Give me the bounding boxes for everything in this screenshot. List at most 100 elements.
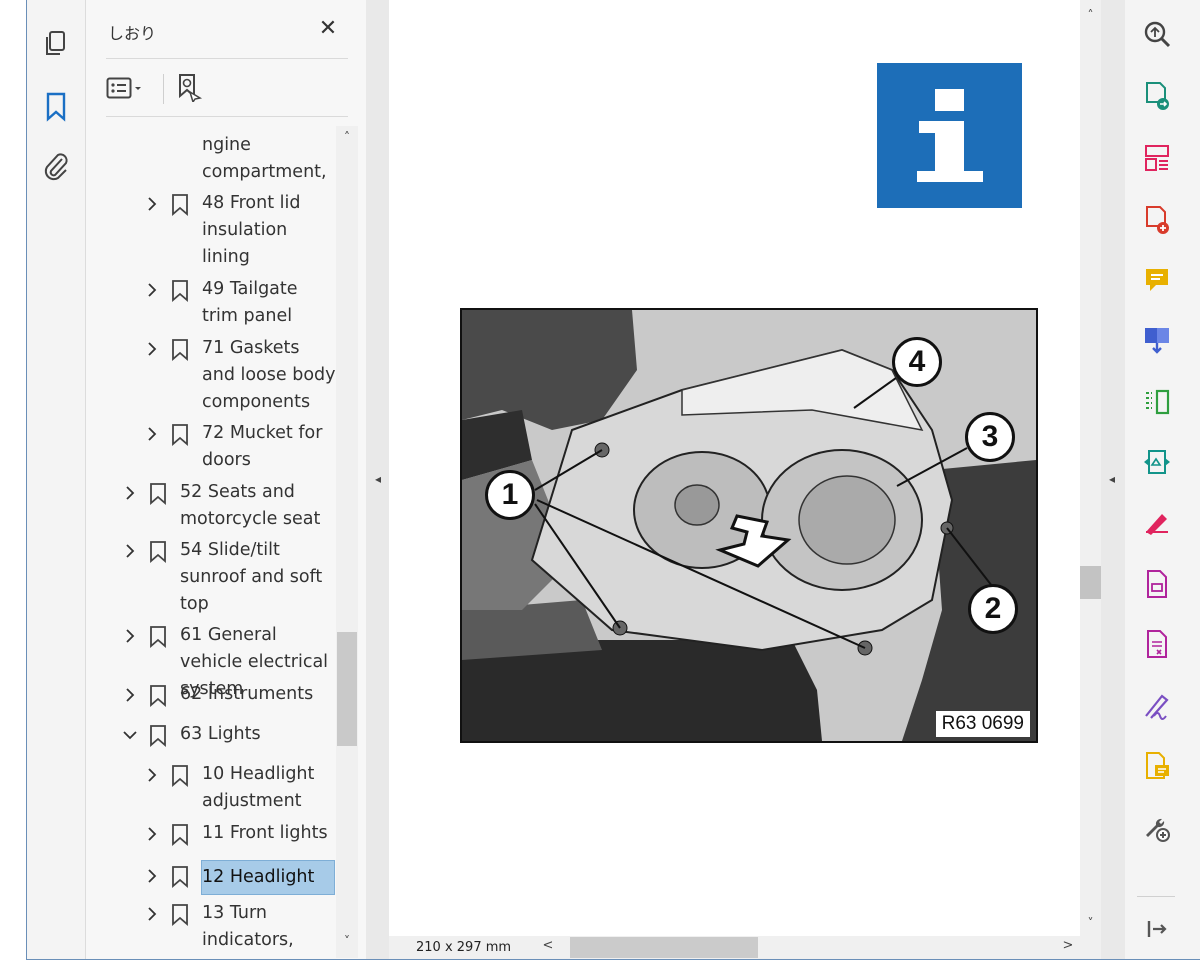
bookmark-item[interactable]: 52 Seats and motorcycle seat <box>86 479 336 533</box>
document-vertical-scrollbar[interactable] <box>1080 0 1101 936</box>
bookmark-tree: ngine compartment, 48 Front lid insulati… <box>86 118 336 959</box>
bookmark-label: 11 Front lights <box>202 823 328 843</box>
bookmark-item[interactable]: 49 Tailgate trim panel <box>86 276 336 330</box>
chevron-right-icon[interactable] <box>120 537 140 564</box>
chevron-right-icon[interactable] <box>142 862 162 889</box>
compress-icon[interactable] <box>1137 382 1177 422</box>
page-size-readout: 210 x 297 mm <box>416 940 512 955</box>
bookmark-icon <box>150 685 166 707</box>
bookmarks-icon[interactable] <box>37 88 75 126</box>
bookmark-label: ngine compartment, <box>202 135 327 182</box>
combine-files-icon[interactable] <box>1137 320 1177 360</box>
edit-pdf-icon[interactable] <box>1137 564 1177 604</box>
divider <box>163 74 164 104</box>
find-bookmark-icon <box>179 74 203 102</box>
chevron-right-icon[interactable] <box>142 335 162 362</box>
chevron-down-icon[interactable] <box>120 721 140 748</box>
navigation-rail <box>27 0 86 959</box>
chevron-right-icon[interactable] <box>142 420 162 447</box>
bookmark-label: 52 Seats and motorcycle seat <box>180 482 321 529</box>
headlight-figure: 1 2 3 4 R63 0699 <box>460 308 1038 743</box>
callout-2: 2 <box>968 584 1018 634</box>
options-menu-button[interactable] <box>106 72 154 104</box>
chevron-right-icon[interactable] <box>142 900 162 927</box>
comment-icon[interactable] <box>1137 260 1177 300</box>
headlight-illustration <box>462 310 1036 741</box>
bookmark-icon <box>150 725 166 747</box>
bookmark-item[interactable]: 62 Instruments <box>86 681 336 711</box>
bookmark-label: 72 Mucket for doors <box>202 423 323 470</box>
bookmark-item[interactable]: 63 Lights <box>86 721 336 751</box>
bookmark-item[interactable]: 48 Front lid insulation lining <box>86 190 336 271</box>
bookmark-item[interactable]: 72 Mucket for doors <box>86 420 336 474</box>
scroll-down-icon[interactable]: ˅ <box>338 934 356 950</box>
fill-sign-icon[interactable] <box>1137 502 1177 542</box>
bookmark-icon <box>172 866 188 888</box>
expand-left-icon[interactable]: ◂ <box>1104 472 1120 490</box>
divider <box>1137 896 1175 897</box>
bookmark-icon <box>150 483 166 505</box>
organize-pages-icon[interactable] <box>1137 138 1177 178</box>
collapse-left-icon[interactable]: ◂ <box>370 472 386 490</box>
callout-4: 4 <box>892 337 942 387</box>
scroll-up-icon[interactable]: ˄ <box>338 130 356 146</box>
attachments-icon[interactable] <box>37 147 75 185</box>
bookmark-item[interactable]: 54 Slide/tilt sunroof and soft top <box>86 537 336 618</box>
chevron-down-icon <box>135 87 141 90</box>
scroll-left-icon[interactable]: < <box>540 938 556 953</box>
options-list-icon <box>106 77 132 99</box>
bookmark-icon <box>172 765 188 787</box>
chevron-right-icon[interactable] <box>120 681 140 708</box>
chevron-right-icon[interactable] <box>120 479 140 506</box>
bookmark-icon <box>150 541 166 563</box>
bookmark-icon <box>172 904 188 926</box>
bookmark-label: 62 Instruments <box>180 684 314 704</box>
callout-1: 1 <box>485 470 535 520</box>
scan-ocr-icon[interactable] <box>1137 442 1177 482</box>
chevron-right-icon[interactable] <box>142 190 162 217</box>
figure-code: R63 0699 <box>935 711 1030 737</box>
bookmark-item-selected[interactable]: 12 Headlight <box>86 860 336 896</box>
chevron-right-icon[interactable] <box>142 761 162 788</box>
zoom-icon[interactable] <box>1137 14 1177 54</box>
bookmark-label: 63 Lights <box>180 724 261 744</box>
scroll-down-icon[interactable]: ˅ <box>1082 916 1099 930</box>
bookmark-icon <box>150 626 166 648</box>
bookmark-item[interactable]: 10 Headlight adjustment <box>86 761 336 815</box>
bookmark-item[interactable]: 13 Turn indicators, <box>86 900 336 959</box>
panel-title: しおり <box>108 24 157 43</box>
bookmark-label: 12 Headlight <box>201 860 335 895</box>
bookmark-icon <box>172 194 188 216</box>
bookmark-item[interactable]: ngine compartment, <box>86 118 336 188</box>
export-pdf-icon[interactable] <box>1137 76 1177 116</box>
bookmark-icon <box>172 824 188 846</box>
bookmark-scrollbar[interactable] <box>336 126 358 958</box>
request-signature-icon[interactable] <box>1137 686 1177 726</box>
document-scroll-thumb[interactable] <box>1080 566 1101 599</box>
page-thumbnails-icon[interactable] <box>37 25 75 63</box>
bookmark-icon <box>172 280 188 302</box>
chevron-right-icon[interactable] <box>142 820 162 847</box>
bookmark-item[interactable]: 71 Gaskets and loose body components <box>86 335 336 416</box>
bookmark-scroll-thumb[interactable] <box>337 632 357 746</box>
close-icon[interactable]: ✕ <box>316 18 340 42</box>
more-tools-icon[interactable] <box>1137 808 1177 848</box>
bookmark-label: 13 Turn indicators, <box>202 903 294 950</box>
bookmark-item[interactable]: 61 General vehicle electrical system <box>86 622 336 699</box>
divider <box>106 58 348 59</box>
horizontal-scroll-thumb[interactable] <box>570 937 758 958</box>
bookmark-label: 10 Headlight adjustment <box>202 764 315 811</box>
send-comments-icon[interactable] <box>1137 746 1177 786</box>
bookmark-label: 71 Gaskets and loose body components <box>202 338 336 412</box>
chevron-right-icon[interactable] <box>120 622 140 649</box>
create-pdf-icon[interactable] <box>1137 200 1177 240</box>
protect-icon[interactable] <box>1137 624 1177 664</box>
find-current-bookmark-button[interactable] <box>172 70 206 104</box>
collapse-pane-icon[interactable] <box>1137 909 1177 949</box>
chevron-right-icon[interactable] <box>142 276 162 303</box>
bookmark-item[interactable]: 11 Front lights <box>86 820 336 850</box>
scroll-up-icon[interactable]: ˄ <box>1082 8 1099 22</box>
info-icon <box>877 63 1022 208</box>
bookmark-icon <box>172 339 188 361</box>
scroll-right-icon[interactable]: > <box>1060 938 1076 953</box>
